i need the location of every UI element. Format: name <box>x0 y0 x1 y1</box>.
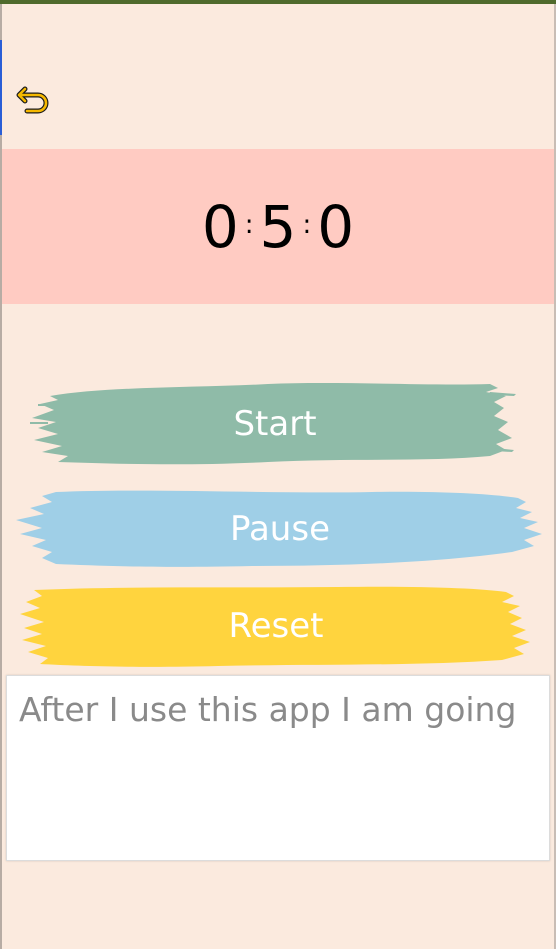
pause-label: Pause <box>230 509 330 549</box>
left-accent <box>0 40 2 135</box>
timer-seconds: 0 <box>317 192 355 261</box>
start-button[interactable]: Start <box>28 378 522 470</box>
note-input[interactable] <box>7 676 549 860</box>
start-label: Start <box>233 404 317 444</box>
left-edge <box>0 4 2 949</box>
reset-label: Reset <box>228 606 324 646</box>
pause-button[interactable]: Pause <box>12 486 548 572</box>
timer-minutes: 5 <box>259 192 297 261</box>
timer-hours: 0 <box>201 192 239 261</box>
top-status-bar <box>0 0 556 4</box>
timer-display: 0 : 5 : 0 <box>202 193 354 261</box>
timer-separator: : <box>244 209 254 240</box>
timer-panel: 0 : 5 : 0 <box>2 149 554 304</box>
reset-button[interactable]: Reset <box>18 584 534 668</box>
undo-arrow-icon <box>16 86 49 114</box>
note-box <box>6 675 550 861</box>
timer-separator: : <box>302 209 312 240</box>
back-button[interactable] <box>14 80 54 120</box>
